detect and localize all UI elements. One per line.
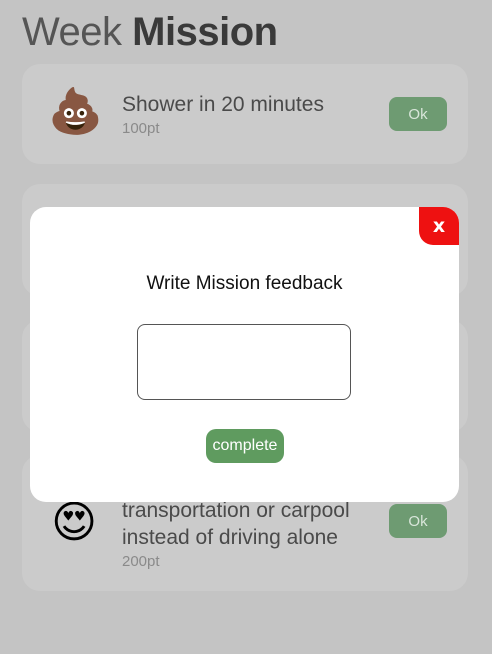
close-button[interactable]: x xyxy=(419,207,459,245)
feedback-modal: x Write Mission feedback complete xyxy=(30,207,459,502)
feedback-input[interactable] xyxy=(137,324,351,400)
complete-button[interactable]: complete xyxy=(206,429,284,463)
modal-overlay: x Write Mission feedback complete xyxy=(0,0,492,654)
modal-title: Write Mission feedback xyxy=(146,273,343,294)
